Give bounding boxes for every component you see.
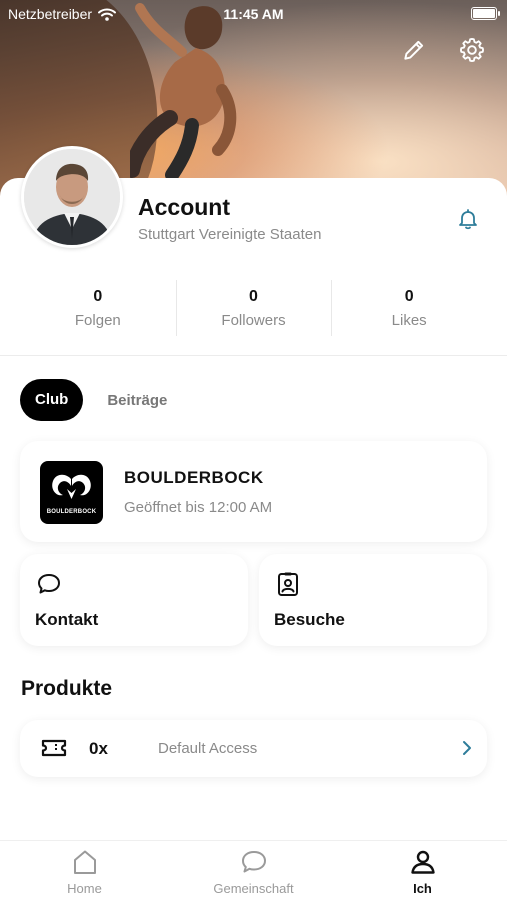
club-opening-hours: Geöffnet bis 12:00 AM — [124, 499, 273, 516]
ram-horns-logo-icon — [52, 474, 91, 499]
product-name: Default Access — [158, 740, 258, 757]
club-logo: BOULDERBOCK — [40, 461, 103, 524]
person-icon — [410, 850, 435, 874]
product-quantity: 0x — [89, 739, 108, 758]
tab-home-label: Home — [67, 881, 102, 896]
profile-stats: 0 Folgen 0 Followers 0 Likes — [20, 280, 487, 336]
edit-profile-button[interactable] — [398, 34, 430, 66]
ticket-icon — [41, 739, 67, 757]
avatar[interactable] — [21, 146, 123, 248]
tab-community-label: Gemeinschaft — [213, 881, 294, 896]
products-heading: Produkte — [21, 677, 113, 700]
chat-bubble-icon — [241, 851, 266, 873]
tab-home[interactable]: Home — [0, 841, 169, 900]
stat-label: Followers — [221, 312, 286, 329]
home-icon — [73, 850, 96, 874]
bell-icon — [459, 209, 477, 230]
profile-tabs: Club Beiträge — [20, 379, 167, 421]
tab-community[interactable]: Gemeinschaft — [169, 841, 338, 900]
contact-button[interactable]: Kontakt — [20, 554, 248, 646]
settings-button[interactable] — [456, 34, 488, 66]
battery-icon — [471, 7, 500, 20]
stat-label: Likes — [391, 312, 427, 329]
bottom-tab-bar: Home Gemeinschaft Ich — [0, 840, 507, 900]
section-divider — [0, 355, 507, 356]
status-bar: Netzbetreiber 11:45 AM — [0, 0, 507, 28]
status-time: 11:45 AM — [223, 6, 284, 22]
id-badge-icon — [278, 572, 298, 596]
club-logo-wordmark: BOULDERBOCK — [46, 509, 97, 515]
notifications-button[interactable] — [453, 204, 483, 234]
avatar-person-image — [24, 149, 120, 245]
profile-name: Account — [138, 194, 230, 220]
visits-label: Besuche — [274, 610, 345, 629]
stat-value: 0 — [93, 288, 103, 305]
club-card[interactable]: BOULDERBOCK BOULDERBOCK Geöffnet bis 12:… — [20, 441, 487, 542]
club-name: BOULDERBOCK — [124, 468, 264, 487]
stat-value: 0 — [404, 288, 414, 305]
stat-value: 0 — [249, 288, 258, 305]
tab-me[interactable]: Ich — [338, 841, 507, 900]
stat-following[interactable]: 0 Folgen — [20, 280, 176, 336]
gear-icon — [459, 37, 485, 63]
tab-club[interactable]: Club — [20, 379, 84, 421]
pencil-icon — [404, 40, 424, 60]
product-item[interactable]: 0x Default Access — [20, 720, 487, 777]
stat-likes[interactable]: 0 Likes — [331, 280, 487, 336]
tab-me-label: Ich — [413, 881, 432, 896]
chevron-right-icon — [463, 741, 471, 755]
stat-label: Folgen — [74, 312, 121, 329]
stat-followers[interactable]: 0 Followers — [175, 280, 332, 336]
profile-location: Stuttgart Vereinigte Staaten — [138, 226, 322, 243]
chat-bubble-icon — [38, 574, 60, 594]
contact-label: Kontakt — [35, 610, 99, 629]
visits-button[interactable]: Besuche — [259, 554, 487, 646]
tab-posts[interactable]: Beiträge — [107, 392, 167, 409]
